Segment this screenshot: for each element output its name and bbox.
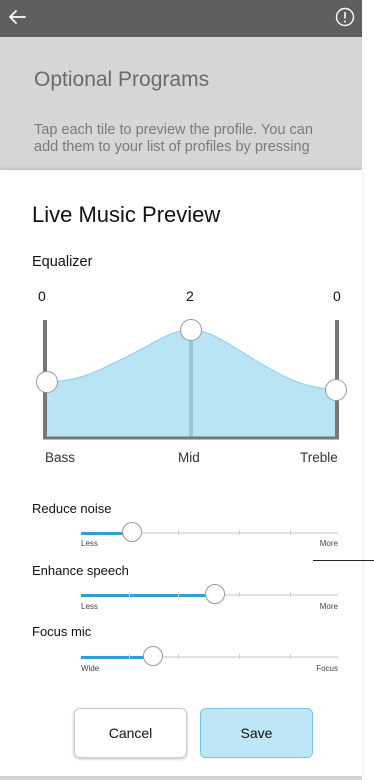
focus-mic-slider[interactable]: Wide Focus: [81, 646, 338, 673]
enhance-speech-knob[interactable]: [204, 584, 225, 604]
enhance-speech-slider[interactable]: Less More: [81, 584, 338, 611]
slider-tick: [290, 654, 291, 659]
callout-line: [313, 560, 374, 561]
slider-tick: [290, 592, 291, 597]
slider-tick: [239, 530, 240, 535]
top-app-bar: [0, 0, 362, 37]
save-button[interactable]: Save: [200, 708, 313, 758]
bass-label: Bass: [45, 450, 76, 465]
reduce-noise-max-label: More: [319, 539, 338, 548]
arrow-left-icon[interactable]: [6, 6, 28, 28]
equalizer-curve: [36, 319, 347, 440]
slider-tick: [178, 592, 179, 597]
enhance-speech-min-label: Less: [81, 602, 98, 611]
reduce-noise-label: Reduce noise: [32, 501, 112, 516]
focus-mic-label: Focus mic: [32, 624, 92, 639]
focus-mic-max-label: Focus: [316, 664, 338, 673]
info-circle-icon[interactable]: [334, 6, 356, 28]
right-edge: [362, 0, 374, 780]
live-music-preview-sheet: Live Music Preview Equalizer 0 2 0 Bass …: [0, 170, 362, 776]
slider-tick: [178, 654, 179, 659]
reduce-noise-slider[interactable]: Less More: [81, 522, 338, 548]
slider-fill: [81, 594, 215, 597]
enhance-speech-max-label: More: [319, 602, 338, 611]
slider-tick: [178, 530, 179, 535]
bass-knob[interactable]: [36, 371, 58, 393]
slider-tick: [239, 654, 240, 659]
treble-knob[interactable]: [325, 379, 347, 401]
mid-knob[interactable]: [180, 319, 202, 341]
mid-label: Mid: [178, 450, 200, 465]
page-title: Optional Programs: [34, 68, 210, 91]
cancel-button[interactable]: Cancel: [74, 708, 187, 758]
slider-tick: [290, 530, 291, 535]
page-description: Tap each tile to preview the profile. Yo…: [34, 122, 313, 155]
focus-mic-min-label: Wide: [81, 664, 100, 673]
slider-tick: [129, 654, 130, 659]
reduce-noise-min-label: Less: [81, 539, 98, 548]
treble-label: Treble: [300, 450, 338, 465]
enhance-speech-label: Enhance speech: [32, 563, 129, 578]
slider-tick: [129, 592, 130, 597]
focus-mic-knob[interactable]: [142, 646, 163, 666]
reduce-noise-knob[interactable]: [122, 522, 143, 542]
slider-tick: [239, 592, 240, 597]
